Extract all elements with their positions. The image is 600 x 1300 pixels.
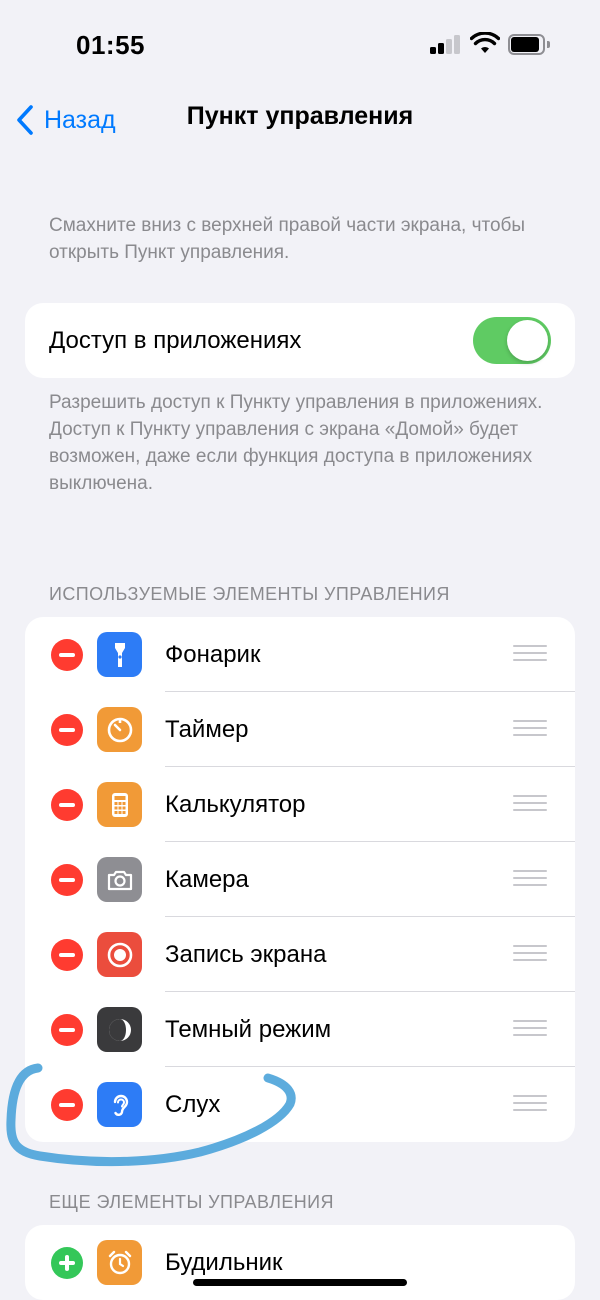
home-indicator[interactable] <box>193 1279 407 1286</box>
status-bar: 01:55 <box>0 0 600 90</box>
access-footnote: Разрешить доступ к Пункту управления в п… <box>49 392 543 494</box>
calculator-icon <box>97 782 142 827</box>
drag-handle[interactable] <box>513 945 547 965</box>
remove-button[interactable] <box>51 939 83 971</box>
camera-icon <box>97 857 142 902</box>
list-item-calculator: Калькулятор <box>25 767 575 842</box>
list-item-flashlight: Фонарик <box>25 617 575 692</box>
battery-icon <box>508 34 550 55</box>
navigation-bar: Назад Пункт управления <box>0 90 600 150</box>
row-label: Камера <box>165 866 249 893</box>
remove-button[interactable] <box>51 639 83 671</box>
access-card: Доступ в приложениях <box>25 303 575 378</box>
drag-handle[interactable] <box>513 870 547 890</box>
remove-button[interactable] <box>51 864 83 896</box>
list-item-hearing: Слух <box>25 1067 575 1142</box>
list-item-dark-mode: Темный режим <box>25 992 575 1067</box>
cellular-signal-icon <box>430 34 462 54</box>
list-item-screen-recording: Запись экрана <box>25 917 575 992</box>
access-label: Доступ в приложениях <box>49 327 302 354</box>
row-label: Темный режим <box>165 1016 332 1043</box>
status-time: 01:55 <box>76 30 145 60</box>
wifi-icon <box>470 32 500 53</box>
more-controls-list: Будильник <box>25 1225 575 1300</box>
more-section-header: ЕЩЕ ЭЛЕМЕНТЫ УПРАВЛЕНИЯ <box>49 1192 334 1212</box>
row-label: Слух <box>165 1091 221 1118</box>
row-label: Таймер <box>165 716 249 743</box>
remove-button[interactable] <box>51 714 83 746</box>
row-label: Будильник <box>165 1249 283 1276</box>
row-label: Запись экрана <box>165 941 327 968</box>
access-row: Доступ в приложениях <box>25 303 575 378</box>
screen-record-icon <box>97 932 142 977</box>
dark-mode-icon <box>97 1007 142 1052</box>
hearing-icon <box>97 1082 142 1127</box>
remove-button[interactable] <box>51 1089 83 1121</box>
page-title: Пункт управления <box>186 102 414 130</box>
remove-button[interactable] <box>51 1014 83 1046</box>
drag-handle[interactable] <box>513 795 547 815</box>
remove-button[interactable] <box>51 789 83 821</box>
timer-icon <box>97 707 142 752</box>
drag-handle[interactable] <box>513 1095 547 1115</box>
included-controls-list: Фонарик Таймер Калькулятор Камера Запись… <box>25 617 575 1142</box>
list-item-timer: Таймер <box>25 692 575 767</box>
included-section-header: ИСПОЛЬЗУЕМЫЕ ЭЛЕМЕНТЫ УПРАВЛЕНИЯ <box>49 584 450 604</box>
drag-handle[interactable] <box>513 720 547 740</box>
list-item-alarm: Будильник <box>25 1225 575 1300</box>
row-label: Фонарик <box>165 641 261 668</box>
access-toggle[interactable] <box>473 317 551 364</box>
intro-text: Смахните вниз с верхней правой части экр… <box>49 215 526 263</box>
flashlight-icon <box>97 632 142 677</box>
drag-handle[interactable] <box>513 1020 547 1040</box>
drag-handle[interactable] <box>513 645 547 665</box>
row-label: Калькулятор <box>165 791 306 818</box>
list-item-camera: Камера <box>25 842 575 917</box>
alarm-icon <box>97 1240 142 1285</box>
add-button[interactable] <box>51 1247 83 1279</box>
